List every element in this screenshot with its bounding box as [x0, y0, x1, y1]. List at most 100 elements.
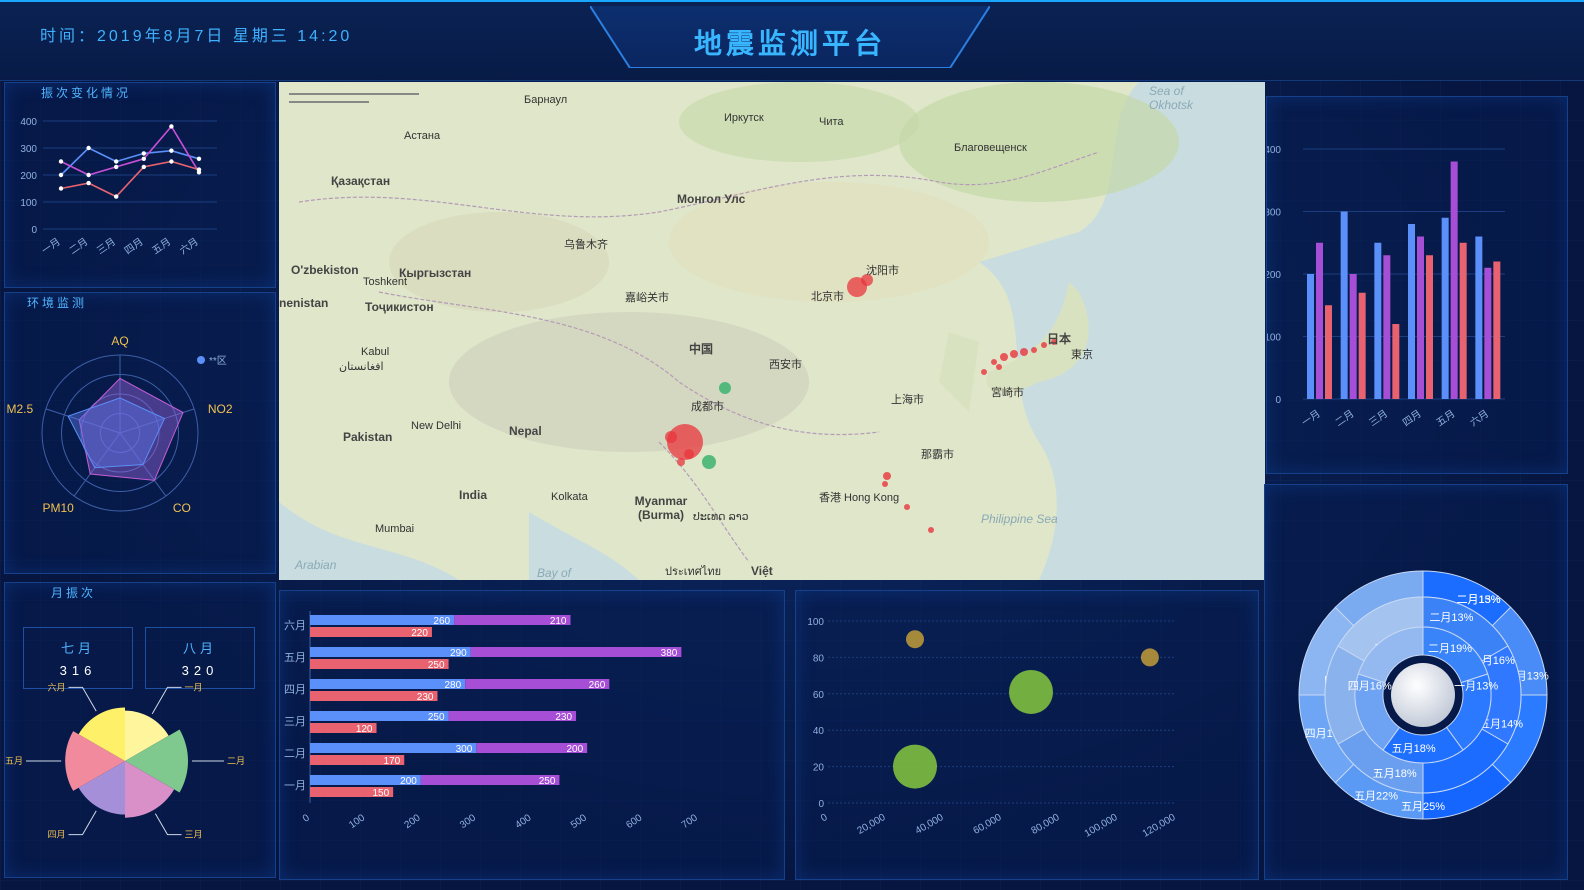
data-point: [86, 180, 91, 186]
x-tick-label: 四月: [1400, 408, 1423, 429]
bubble: [906, 630, 924, 649]
sunburst-label: 五月18%: [1392, 743, 1436, 755]
bar-value-label: 210: [550, 616, 567, 627]
vibration-trend-panel: 振次变化情况 0 100 200 300 400 一月 二月 三月 四月 五月 六月: [4, 82, 276, 288]
radar-indicator-label: NO2: [208, 402, 233, 416]
x-tick-label: 700: [680, 812, 700, 831]
x-tick-label: 六月: [177, 236, 200, 257]
label-leader: [151, 686, 182, 715]
bubble: [1140, 648, 1159, 667]
bar-value-label: 220: [411, 628, 428, 639]
x-tick-label: 五月: [1434, 408, 1457, 429]
bar: [1374, 242, 1382, 399]
data-point: [141, 156, 146, 161]
quake-marker-green: [702, 455, 716, 469]
bar: [1408, 224, 1415, 399]
data-point: [86, 145, 91, 151]
datetime-label: 时间：2019年8月7日 星期三 14:20: [40, 28, 353, 45]
bubble: [1009, 669, 1053, 714]
bar-value-label: 300: [456, 744, 473, 755]
quake-marker-japan: [1000, 353, 1008, 361]
bar-value-label: 250: [428, 712, 445, 723]
bar: [1340, 211, 1348, 399]
bar: [1426, 255, 1433, 399]
x-tick-label: 一月: [39, 236, 62, 257]
x-tick-label: 120,000: [1141, 812, 1178, 840]
map-label: India: [459, 488, 488, 502]
map-label: Pakistan: [343, 430, 393, 444]
map-label: Arabian: [295, 558, 337, 572]
map-label: 乌鲁木齐: [564, 239, 608, 251]
bar: [1450, 161, 1458, 399]
x-tick-label: 100,000: [1083, 812, 1120, 840]
x-tick-label: 300: [458, 812, 478, 831]
y-tick-label: 200: [1267, 270, 1281, 281]
map-label: Việt: [751, 564, 773, 578]
quake-marker-japan: [996, 364, 1002, 370]
map-label: ປະເທດ ລາວ: [693, 511, 749, 523]
bar: [1484, 267, 1492, 399]
y-tick-label: 0: [31, 225, 37, 236]
radar-indicator-label: CO: [173, 501, 191, 515]
data-point: [141, 164, 146, 170]
y-tick-label: 六月: [284, 619, 306, 632]
radar-indicator-label: AQ: [111, 334, 128, 348]
map-label: Астана: [404, 130, 441, 142]
map-label: Монгол Улс: [677, 192, 746, 206]
bar: [310, 679, 466, 689]
map-label: Қазақстан: [331, 174, 391, 188]
x-tick-label: 100: [347, 812, 367, 831]
x-tick-label: 二月: [1333, 408, 1356, 429]
map-label: افغانستان: [339, 361, 384, 373]
label-leader: [68, 686, 97, 712]
y-tick-label: 200: [20, 171, 37, 182]
bar-value-label: 230: [555, 712, 572, 723]
map-label: Благовещенск: [954, 142, 1027, 154]
legend-label: **区: [209, 355, 227, 367]
radar-indicator-label: PM10: [42, 501, 74, 515]
series-line: [60, 125, 200, 176]
bar: [1383, 255, 1391, 399]
x-tick-label: 200: [403, 812, 423, 831]
quake-marker-japan: [1010, 350, 1018, 358]
bar-value-label: 200: [400, 776, 417, 787]
bar: [470, 647, 682, 657]
earthquake-map[interactable]: Барнаул Иркутск Чита Астана Қазақстан Монгол …: [279, 82, 1265, 580]
x-tick-label: 500: [569, 812, 589, 831]
y-tick-label: 三月: [284, 716, 306, 728]
data-point: [58, 159, 64, 164]
quake-marker-sichuan: [677, 458, 685, 466]
y-tick-label: 80: [813, 653, 825, 664]
bar-value-label: 250: [539, 776, 556, 787]
map-label: 北京市: [811, 291, 844, 303]
data-point: [114, 194, 119, 199]
rose-label: 四月: [47, 830, 65, 840]
map-label: Kolkata: [551, 491, 588, 503]
bar: [310, 647, 471, 657]
legend-dot: [197, 356, 205, 364]
map-label: 那霸市: [921, 449, 954, 461]
x-tick-label: 三月: [1367, 408, 1390, 429]
rose-label: 五月: [5, 756, 23, 766]
x-tick-label: 80,000: [1030, 812, 1062, 837]
page-title: 地震监测平台: [693, 28, 886, 59]
quake-marker-sea: [928, 527, 934, 533]
y-tick-label: 五月: [284, 652, 306, 664]
map-label: New Delhi: [411, 420, 462, 432]
vertical-bar-chart: 0 100 200 300 400 一月 二月 三月 四月 五月 六月: [1267, 145, 1505, 429]
map-label: 西安市: [769, 359, 802, 371]
map-label: Philippine Sea: [981, 512, 1058, 526]
data-point: [141, 151, 146, 156]
x-tick-label: 20,000: [856, 812, 888, 837]
quake-marker-green: [719, 382, 731, 394]
bar: [1325, 305, 1332, 399]
x-tick-label: 六月: [1468, 408, 1491, 429]
sunburst-label: 五月22%: [1354, 791, 1398, 803]
x-tick-label: 0: [301, 812, 312, 824]
bar: [1459, 242, 1467, 399]
series-line: [60, 160, 200, 198]
y-tick-label: 100: [807, 617, 824, 628]
quake-marker-sea: [904, 504, 910, 510]
y-tick-label: 400: [1267, 145, 1281, 156]
quake-marker-japan: [1031, 347, 1037, 353]
